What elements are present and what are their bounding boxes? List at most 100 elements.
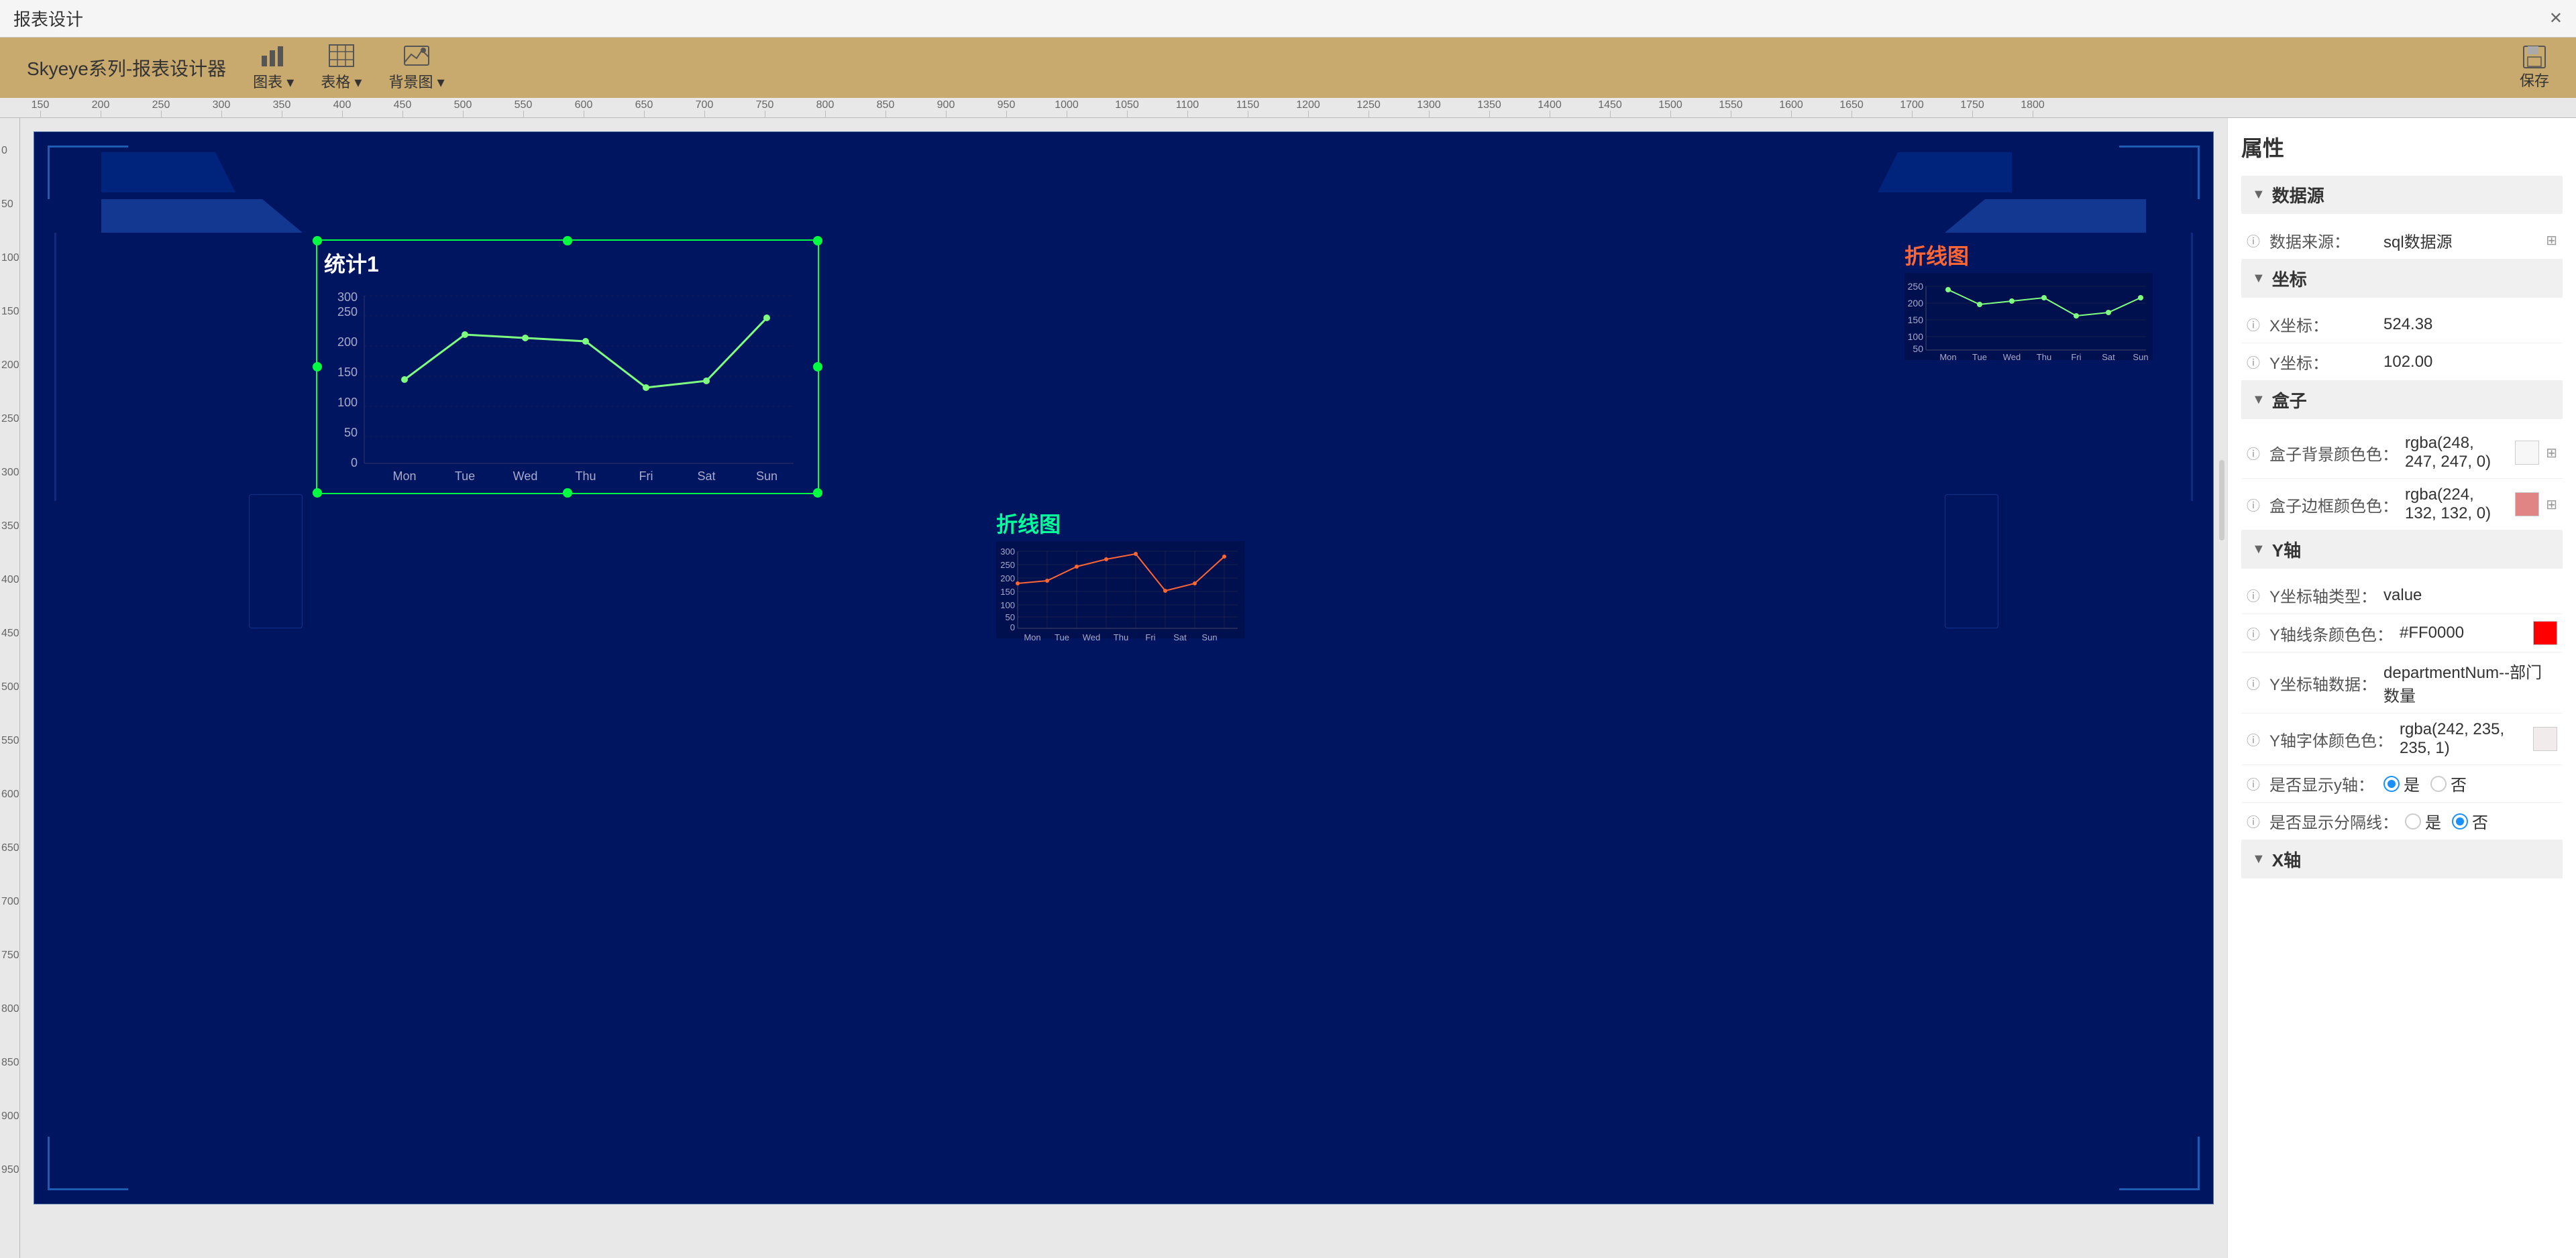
handle-mr[interactable]: [813, 362, 822, 371]
prop-yaxis-data-value: departmentNum--部门数量: [2383, 659, 2557, 706]
svg-text:250: 250: [337, 305, 358, 319]
splitline-no-circle[interactable]: [2452, 813, 2468, 830]
prop-x-value: 524.38: [2383, 315, 2557, 334]
bottom-chart-container[interactable]: 折线图 300 250 200 150 100 50 0: [996, 508, 1251, 642]
radio-yes-label: 是: [2404, 772, 2420, 795]
prop-yaxis-color-label: Y轴线条颜色色：: [2269, 622, 2393, 645]
box-bg-expand[interactable]: ⊞: [2546, 445, 2557, 461]
box-border-color-swatch[interactable]: [2515, 492, 2539, 516]
show-yaxis-yes[interactable]: 是: [2383, 772, 2420, 795]
svg-text:200: 200: [1000, 573, 1015, 583]
section-coord-arrow: ▼: [2252, 271, 2265, 286]
background-label: 背景图 ▾: [388, 70, 444, 92]
prop-y-coord: ⓘ Y坐标： 102.00: [2241, 343, 2563, 381]
section-datasource[interactable]: ▼ 数据源: [2241, 176, 2563, 214]
prop-yaxis-data: ⓘ Y坐标轴数据： departmentNum--部门数量: [2241, 652, 2563, 713]
svg-text:100: 100: [1000, 600, 1015, 610]
handle-bl[interactable]: [313, 488, 322, 498]
radio-yes-circle[interactable]: [2383, 776, 2400, 792]
svg-text:250: 250: [1000, 560, 1015, 570]
section-box[interactable]: ▼ 盒子: [2241, 381, 2563, 419]
yaxis-font-color-swatch[interactable]: [2533, 727, 2557, 751]
prop-yaxis-font-info: ⓘ: [2247, 730, 2260, 749]
section-xaxis-title: X轴: [2272, 847, 2301, 872]
prop-ds-expand-icon[interactable]: ⊞: [2546, 232, 2557, 249]
svg-text:Tue: Tue: [1972, 352, 1987, 362]
vertical-ruler: 0501001502002503003504004505005506006507…: [0, 118, 20, 1258]
svg-text:Tue: Tue: [455, 469, 475, 483]
handle-tc[interactable]: [563, 236, 572, 245]
chart-label: 图表 ▾: [253, 70, 294, 92]
small-chart-title: 折线图: [1904, 239, 2159, 270]
handle-br[interactable]: [813, 488, 822, 498]
scrollbar[interactable]: [2219, 460, 2224, 540]
design-canvas[interactable]: 统计1 0 50 100 150 200 250 300: [20, 118, 2227, 1258]
splitline-yes-circle[interactable]: [2405, 813, 2421, 830]
svg-text:Fri: Fri: [2071, 352, 2081, 362]
toolbar-chart[interactable]: 图表 ▾: [253, 44, 294, 92]
toolbar-table[interactable]: 表格 ▾: [321, 44, 362, 92]
corner-tl: [48, 146, 128, 199]
splitline-yes[interactable]: 是: [2405, 809, 2441, 833]
close-button[interactable]: ✕: [2549, 9, 2563, 28]
bottom-chart-svg: 300 250 200 150 100 50 0: [996, 541, 1244, 652]
main-chart-container[interactable]: 统计1 0 50 100 150 200 250 300: [316, 239, 819, 494]
section-xaxis[interactable]: ▼ X轴: [2241, 840, 2563, 878]
svg-text:Sat: Sat: [2102, 352, 2115, 362]
svg-text:150: 150: [1000, 587, 1015, 597]
box-bg-color-swatch[interactable]: [2515, 441, 2539, 465]
prop-splitline-label: 是否显示分隔线：: [2269, 809, 2398, 833]
prop-x-label: X坐标：: [2269, 312, 2377, 336]
svg-text:300: 300: [337, 290, 358, 304]
prop-box-border-value: rgba(224, 132, 132, 0): [2405, 485, 2508, 523]
handle-tr[interactable]: [813, 236, 822, 245]
prop-box-bg: ⓘ 盒子背景颜色色： rgba(248, 247, 247, 0) ⊞: [2241, 427, 2563, 479]
save-button[interactable]: 保存: [2520, 45, 2549, 91]
svg-text:Wed: Wed: [2003, 352, 2021, 362]
svg-text:Sat: Sat: [697, 469, 715, 483]
svg-text:200: 200: [337, 335, 358, 349]
section-datasource-title: 数据源: [2272, 182, 2324, 207]
handle-bc[interactable]: [563, 488, 572, 498]
section-coordinate[interactable]: ▼ 坐标: [2241, 260, 2563, 298]
splitline-no[interactable]: 否: [2452, 809, 2488, 833]
svg-text:50: 50: [344, 426, 358, 439]
section-yaxis[interactable]: ▼ Y轴: [2241, 530, 2563, 569]
handle-ml[interactable]: [313, 362, 322, 371]
deco-box-right: [1945, 494, 1998, 628]
prop-ds-info-icon: ⓘ: [2247, 231, 2260, 250]
main-chart-svg: 0 50 100 150 200 250 300: [324, 282, 807, 497]
yaxis-color-swatch[interactable]: [2533, 621, 2557, 645]
save-label: 保存: [2520, 69, 2549, 91]
table-label: 表格 ▾: [321, 70, 362, 92]
prop-yaxis-type-info: ⓘ: [2247, 585, 2260, 605]
svg-text:Mon: Mon: [392, 469, 416, 483]
svg-text:Thu: Thu: [1114, 632, 1128, 642]
ruler: 1502002503003504004505005506006507007508…: [0, 98, 2576, 118]
table-icon: [328, 44, 355, 68]
brand-label: Skyeye系列-报表设计器: [27, 54, 226, 81]
small-chart-container[interactable]: 折线图 250 200 150 100 50: [1904, 239, 2159, 360]
radio-no-circle[interactable]: [2430, 776, 2447, 792]
svg-text:Sun: Sun: [2133, 352, 2148, 362]
show-yaxis-radio-group: 是 否: [2383, 772, 2467, 795]
prop-yaxis-color-info: ⓘ: [2247, 624, 2260, 643]
toolbar-background[interactable]: 背景图 ▾: [388, 44, 444, 92]
prop-yaxis-type-value: value: [2383, 586, 2557, 605]
box-border-expand[interactable]: ⊞: [2546, 496, 2557, 513]
svg-text:150: 150: [1908, 314, 1924, 325]
splitline-yes-label: 是: [2425, 809, 2441, 833]
save-icon: [2521, 45, 2548, 69]
show-yaxis-no[interactable]: 否: [2430, 772, 2467, 795]
toolbar: Skyeye系列-报表设计器 图表 ▾ 表格 ▾ 背景图 ▾ 保存: [0, 38, 2576, 98]
svg-text:Fri: Fri: [1145, 632, 1155, 642]
svg-text:Sun: Sun: [756, 469, 777, 483]
prop-ds-value: sql数据源: [2383, 229, 2539, 252]
deco-box-left: [249, 494, 303, 628]
handle-tl[interactable]: [313, 236, 322, 245]
svg-text:50: 50: [1006, 612, 1015, 622]
main-chart-inner: 统计1 0 50 100 150 200 250 300: [317, 241, 818, 493]
svg-text:Wed: Wed: [1083, 632, 1101, 642]
svg-text:250: 250: [1908, 281, 1924, 292]
prop-box-bg-label: 盒子背景颜色色：: [2269, 441, 2398, 465]
